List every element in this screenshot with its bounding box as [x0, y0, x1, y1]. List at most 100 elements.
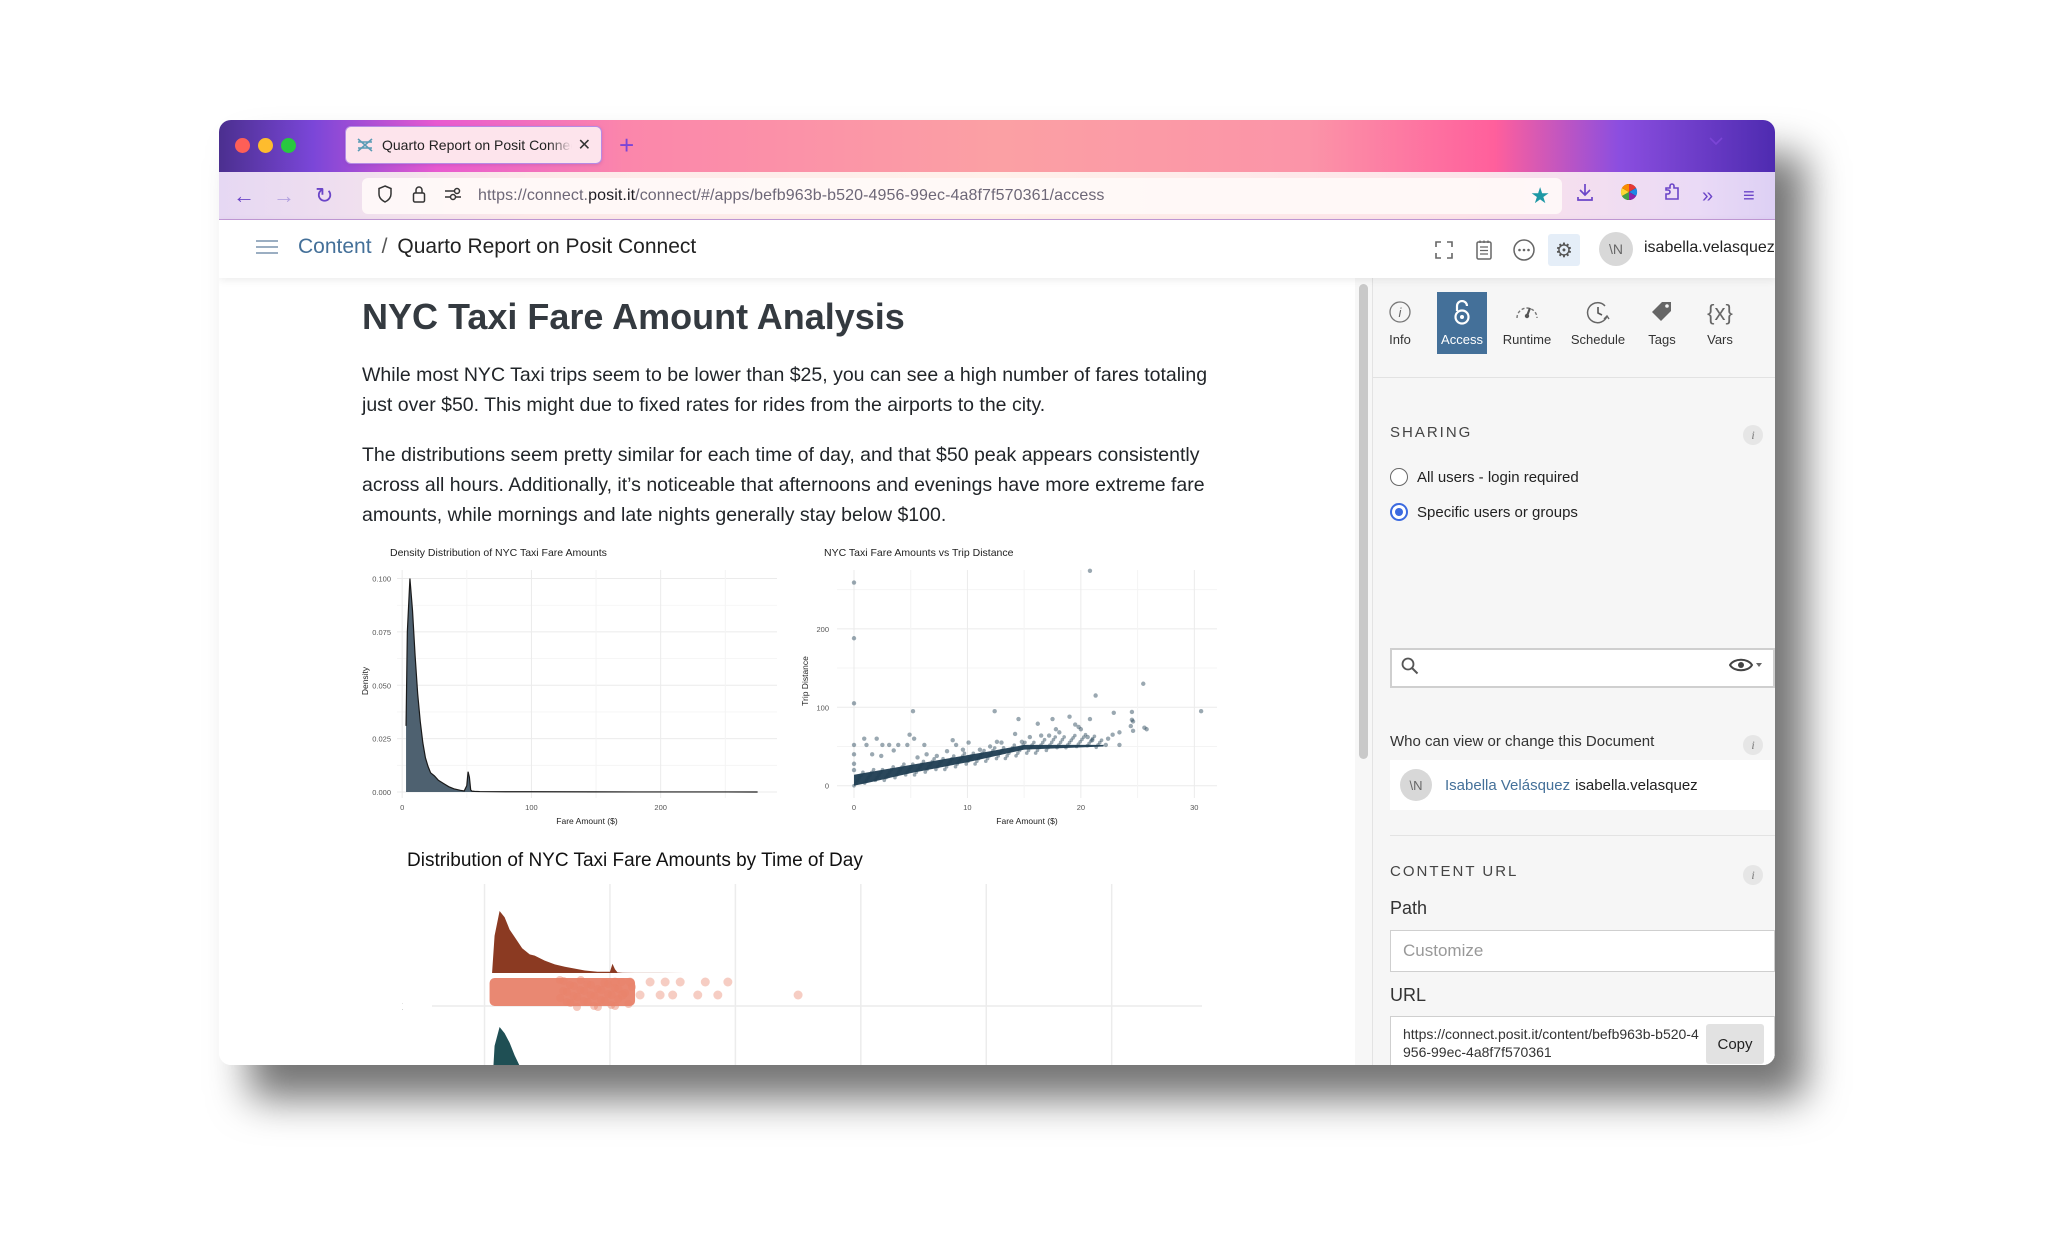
- tab-vars[interactable]: {x} Vars: [1695, 292, 1745, 354]
- fullscreen-icon[interactable]: [1428, 234, 1460, 266]
- y-tick-label: 0.100: [372, 575, 391, 584]
- tab-runtime-label: Runtime: [1502, 331, 1552, 347]
- back-arrow-icon[interactable]: ←: [233, 182, 255, 210]
- x-tick-label: 0: [852, 803, 856, 812]
- paragraph-time-of-day: The distributions seem pretty similar fo…: [362, 444, 1205, 526]
- tab-schedule-label: Schedule: [1570, 331, 1626, 347]
- scatter-point: [851, 701, 857, 706]
- content-url-value[interactable]: https://connect.posit.it/content/befb963…: [1403, 1025, 1703, 1061]
- color-extension-icon[interactable]: [1619, 182, 1639, 210]
- list-all-tabs-chevron-icon[interactable]: [1707, 134, 1725, 152]
- breadcrumb-content-link[interactable]: Content: [298, 235, 372, 258]
- window-minimize-button[interactable]: [258, 138, 273, 153]
- content-url-info-icon[interactable]: i: [1743, 865, 1763, 885]
- scatter-point: [999, 740, 1004, 745]
- y-tick-label: 0.000: [372, 788, 391, 797]
- y-tick-label: 200: [816, 625, 829, 634]
- app-menu-icon[interactable]: ≡: [1743, 182, 1755, 210]
- scatter-point: [869, 752, 875, 757]
- scatter-point: [1087, 568, 1093, 573]
- tab-runtime[interactable]: Runtime: [1497, 292, 1557, 354]
- scatter-point: [1012, 743, 1017, 747]
- tracking-shield-icon[interactable]: [374, 184, 396, 208]
- permission-level-dropdown[interactable]: [1728, 656, 1763, 679]
- new-tab-button[interactable]: +: [619, 130, 634, 160]
- download-icon[interactable]: [1576, 182, 1594, 210]
- scatter-point: [951, 754, 956, 758]
- night-point: [593, 1003, 602, 1011]
- night-point: [563, 988, 572, 996]
- scatter-point: [1129, 709, 1135, 715]
- site-permissions-icon[interactable]: [442, 186, 464, 206]
- scatter-point: [992, 709, 997, 714]
- settings-gear-icon[interactable]: ⚙: [1548, 234, 1580, 266]
- night-point: [693, 990, 703, 1000]
- lock-icon[interactable]: [408, 185, 430, 208]
- scatter-point: [934, 753, 940, 759]
- scatter-point: [987, 744, 993, 749]
- night-point: [559, 977, 568, 985]
- tab-access[interactable]: Access: [1437, 292, 1487, 354]
- extensions-puzzle-icon[interactable]: [1663, 182, 1681, 210]
- night-point: [590, 992, 599, 1000]
- y-tick-label: 0.025: [372, 735, 391, 744]
- collaborator-row: \N Isabella Velásquez isabella.velasquez: [1390, 760, 1775, 810]
- x-tick-label: 30: [1190, 803, 1198, 812]
- content-url-box: https://connect.posit.it/content/befb963…: [1390, 1016, 1775, 1065]
- radio-specific-users-circle[interactable]: [1390, 503, 1408, 521]
- search-icon: [1401, 657, 1419, 680]
- url-prefix: https://connect.: [478, 187, 589, 204]
- y-tick-label: 100: [816, 703, 829, 712]
- tab-tags[interactable]: Tags: [1637, 292, 1687, 354]
- tab-schedule[interactable]: Schedule: [1565, 292, 1631, 354]
- radio-all-users[interactable]: All users - login required: [1390, 468, 1579, 486]
- close-tab-icon[interactable]: ✕: [578, 135, 591, 155]
- scatter-point: [902, 762, 906, 767]
- tab-info[interactable]: i Info: [1375, 292, 1425, 354]
- window-zoom-button[interactable]: [281, 138, 296, 153]
- scatter-point: [1198, 709, 1204, 714]
- scatter-point: [874, 736, 879, 741]
- scatter-point: [871, 767, 876, 772]
- y-tick-label: 0.050: [372, 681, 391, 690]
- window-close-button[interactable]: [235, 138, 250, 153]
- svg-text:i: i: [1399, 305, 1403, 320]
- radio-all-users-label: All users - login required: [1417, 468, 1579, 486]
- x-tick-label: 20: [1077, 803, 1085, 812]
- username-label[interactable]: isabella.velasquez: [1644, 239, 1775, 257]
- sharing-info-icon[interactable]: i: [1743, 425, 1763, 445]
- user-avatar[interactable]: \N: [1599, 232, 1633, 266]
- document-scrollbar[interactable]: [1355, 278, 1373, 1065]
- copy-url-button[interactable]: Copy: [1706, 1024, 1764, 1064]
- user-search-input[interactable]: [1428, 654, 1708, 682]
- collaborators-info-icon[interactable]: i: [1743, 735, 1763, 755]
- overflow-chevrons-icon[interactable]: »: [1702, 182, 1713, 210]
- collaborator-name-link[interactable]: Isabella Velásquez: [1445, 777, 1570, 794]
- user-search-box[interactable]: [1390, 648, 1775, 688]
- radio-specific-users[interactable]: Specific users or groups: [1390, 503, 1578, 521]
- more-options-icon[interactable]: [1508, 234, 1540, 266]
- reload-icon[interactable]: ↻: [315, 182, 333, 210]
- night-point: [580, 987, 589, 995]
- y-axis-label: Trip Distance: [800, 656, 810, 706]
- document-scrollbar-thumb[interactable]: [1359, 284, 1368, 759]
- path-input[interactable]: [1390, 930, 1775, 972]
- bookmark-star-icon[interactable]: ★: [1530, 183, 1550, 209]
- hamburger-menu-icon[interactable]: [255, 236, 279, 260]
- scatter-point: [861, 770, 865, 775]
- quarto-favicon-icon: [356, 137, 374, 153]
- forward-arrow-icon[interactable]: →: [273, 182, 295, 210]
- browser-tab-active[interactable]: Quarto Report on Posit Connect ✕: [345, 126, 602, 164]
- scatter-point: [994, 739, 1000, 744]
- x-tick-label: 100: [525, 803, 538, 812]
- x-tick-label: 200: [654, 803, 667, 812]
- night-point: [597, 986, 606, 994]
- url-text[interactable]: https://connect.posit.it/connect/#/apps/…: [478, 187, 1105, 205]
- radio-all-users-circle[interactable]: [1390, 468, 1408, 486]
- scatter-point: [851, 767, 857, 773]
- scatter-point: [992, 746, 997, 750]
- night-point: [635, 990, 645, 1000]
- address-bar[interactable]: https://connect.posit.it/connect/#/apps/…: [362, 178, 1562, 214]
- scatter-point: [905, 742, 910, 748]
- source-document-icon[interactable]: [1468, 234, 1500, 266]
